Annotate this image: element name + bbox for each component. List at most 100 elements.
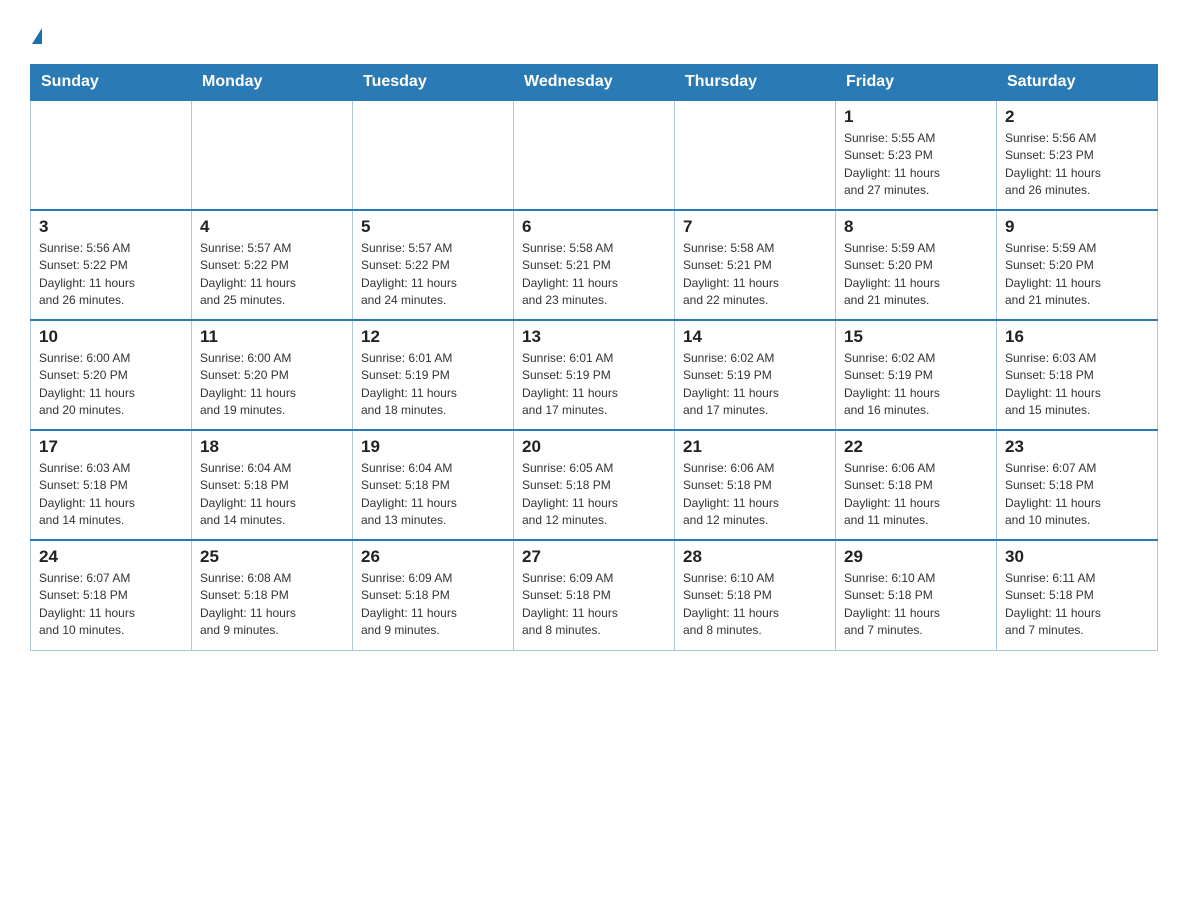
day-info: Sunrise: 6:02 AM Sunset: 5:19 PM Dayligh… (844, 350, 988, 420)
day-number: 23 (1005, 437, 1149, 457)
day-info: Sunrise: 6:03 AM Sunset: 5:18 PM Dayligh… (39, 460, 183, 530)
calendar-week-row: 24 Sunrise: 6:07 AM Sunset: 5:18 PM Dayli… (31, 540, 1158, 650)
calendar-cell: 19 Sunrise: 6:04 AM Sunset: 5:18 PM Dayli… (353, 430, 514, 540)
logo (30, 28, 42, 46)
day-info: Sunrise: 5:56 AM Sunset: 5:22 PM Dayligh… (39, 240, 183, 310)
day-number: 8 (844, 217, 988, 237)
day-number: 7 (683, 217, 827, 237)
day-info: Sunrise: 6:04 AM Sunset: 5:18 PM Dayligh… (361, 460, 505, 530)
calendar-cell: 26 Sunrise: 6:09 AM Sunset: 5:18 PM Dayli… (353, 540, 514, 650)
day-number: 16 (1005, 327, 1149, 347)
day-number: 18 (200, 437, 344, 457)
calendar-cell: 14 Sunrise: 6:02 AM Sunset: 5:19 PM Dayli… (675, 320, 836, 430)
calendar-cell: 22Sunrise: 6:06 AM Sunset: 5:18 PM Dayli… (836, 430, 997, 540)
calendar-cell: 8 Sunrise: 5:59 AM Sunset: 5:20 PM Daylig… (836, 210, 997, 320)
day-info: Sunrise: 5:55 AM Sunset: 5:23 PM Dayligh… (844, 130, 988, 200)
day-info: Sunrise: 6:07 AM Sunset: 5:18 PM Dayligh… (1005, 460, 1149, 530)
day-number: 3 (39, 217, 183, 237)
calendar-cell: 25 Sunrise: 6:08 AM Sunset: 5:18 PM Dayli… (192, 540, 353, 650)
calendar-header-row: SundayMondayTuesdayWednesdayThursdayFrid… (31, 65, 1158, 101)
calendar-cell: 12 Sunrise: 6:01 AM Sunset: 5:19 PM Dayli… (353, 320, 514, 430)
day-info: Sunrise: 6:10 AM Sunset: 5:18 PM Dayligh… (844, 570, 988, 640)
day-number: 24 (39, 547, 183, 567)
calendar-cell: 2 Sunrise: 5:56 AM Sunset: 5:23 PM Daylig… (997, 100, 1158, 210)
calendar-cell: 24 Sunrise: 6:07 AM Sunset: 5:18 PM Dayli… (31, 540, 192, 650)
day-number: 19 (361, 437, 505, 457)
day-number: 11 (200, 327, 344, 347)
calendar-cell: 16 Sunrise: 6:03 AM Sunset: 5:18 PM Dayli… (997, 320, 1158, 430)
calendar-cell: 5 Sunrise: 5:57 AM Sunset: 5:22 PM Daylig… (353, 210, 514, 320)
day-info: Sunrise: 5:58 AM Sunset: 5:21 PM Dayligh… (683, 240, 827, 310)
day-number: 27 (522, 547, 666, 567)
calendar-header-thursday: Thursday (675, 65, 836, 101)
calendar-table: SundayMondayTuesdayWednesdayThursdayFrid… (30, 64, 1158, 651)
calendar-cell (192, 100, 353, 210)
calendar-cell: 28 Sunrise: 6:10 AM Sunset: 5:18 PM Dayli… (675, 540, 836, 650)
calendar-cell: 13 Sunrise: 6:01 AM Sunset: 5:19 PM Dayli… (514, 320, 675, 430)
calendar-cell: 27 Sunrise: 6:09 AM Sunset: 5:18 PM Dayli… (514, 540, 675, 650)
day-info: Sunrise: 5:59 AM Sunset: 5:20 PM Dayligh… (1005, 240, 1149, 310)
day-info: Sunrise: 6:01 AM Sunset: 5:19 PM Dayligh… (522, 350, 666, 420)
calendar-cell: 3 Sunrise: 5:56 AM Sunset: 5:22 PM Daylig… (31, 210, 192, 320)
day-info: Sunrise: 6:07 AM Sunset: 5:18 PM Dayligh… (39, 570, 183, 640)
day-number: 1 (844, 107, 988, 127)
day-number: 17 (39, 437, 183, 457)
calendar-cell (675, 100, 836, 210)
day-info: Sunrise: 5:59 AM Sunset: 5:20 PM Dayligh… (844, 240, 988, 310)
day-number: 14 (683, 327, 827, 347)
day-info: Sunrise: 5:56 AM Sunset: 5:23 PM Dayligh… (1005, 130, 1149, 200)
calendar-cell: 23 Sunrise: 6:07 AM Sunset: 5:18 PM Dayli… (997, 430, 1158, 540)
day-info: Sunrise: 6:09 AM Sunset: 5:18 PM Dayligh… (522, 570, 666, 640)
day-info: Sunrise: 5:58 AM Sunset: 5:21 PM Dayligh… (522, 240, 666, 310)
day-info: Sunrise: 6:10 AM Sunset: 5:18 PM Dayligh… (683, 570, 827, 640)
day-number: 28 (683, 547, 827, 567)
logo-triangle-icon (32, 28, 42, 44)
day-info: Sunrise: 6:00 AM Sunset: 5:20 PM Dayligh… (39, 350, 183, 420)
day-info: Sunrise: 6:06 AM Sunset: 5:18 PM Dayligh… (683, 460, 827, 530)
calendar-header-tuesday: Tuesday (353, 65, 514, 101)
day-number: 13 (522, 327, 666, 347)
calendar-cell: 7 Sunrise: 5:58 AM Sunset: 5:21 PM Daylig… (675, 210, 836, 320)
day-number: 15 (844, 327, 988, 347)
calendar-week-row: 17 Sunrise: 6:03 AM Sunset: 5:18 PM Dayli… (31, 430, 1158, 540)
day-info: Sunrise: 6:06 AM Sunset: 5:18 PM Dayligh… (844, 460, 988, 530)
calendar-cell: 4 Sunrise: 5:57 AM Sunset: 5:22 PM Daylig… (192, 210, 353, 320)
day-info: Sunrise: 6:00 AM Sunset: 5:20 PM Dayligh… (200, 350, 344, 420)
day-info: Sunrise: 6:03 AM Sunset: 5:18 PM Dayligh… (1005, 350, 1149, 420)
calendar-cell (514, 100, 675, 210)
day-info: Sunrise: 5:57 AM Sunset: 5:22 PM Dayligh… (200, 240, 344, 310)
day-info: Sunrise: 6:04 AM Sunset: 5:18 PM Dayligh… (200, 460, 344, 530)
day-info: Sunrise: 6:11 AM Sunset: 5:18 PM Dayligh… (1005, 570, 1149, 640)
day-number: 25 (200, 547, 344, 567)
day-number: 2 (1005, 107, 1149, 127)
calendar-cell: 20Sunrise: 6:05 AM Sunset: 5:18 PM Dayli… (514, 430, 675, 540)
calendar-header-monday: Monday (192, 65, 353, 101)
calendar-cell: 29Sunrise: 6:10 AM Sunset: 5:18 PM Dayli… (836, 540, 997, 650)
calendar-week-row: 1 Sunrise: 5:55 AM Sunset: 5:23 PM Daylig… (31, 100, 1158, 210)
calendar-week-row: 10 Sunrise: 6:00 AM Sunset: 5:20 PM Dayli… (31, 320, 1158, 430)
calendar-cell: 17 Sunrise: 6:03 AM Sunset: 5:18 PM Dayli… (31, 430, 192, 540)
day-info: Sunrise: 6:01 AM Sunset: 5:19 PM Dayligh… (361, 350, 505, 420)
day-number: 5 (361, 217, 505, 237)
calendar-cell: 30 Sunrise: 6:11 AM Sunset: 5:18 PM Dayli… (997, 540, 1158, 650)
page-header (30, 20, 1158, 46)
day-number: 12 (361, 327, 505, 347)
day-info: Sunrise: 6:08 AM Sunset: 5:18 PM Dayligh… (200, 570, 344, 640)
day-info: Sunrise: 6:09 AM Sunset: 5:18 PM Dayligh… (361, 570, 505, 640)
calendar-cell: 21 Sunrise: 6:06 AM Sunset: 5:18 PM Dayli… (675, 430, 836, 540)
day-info: Sunrise: 6:02 AM Sunset: 5:19 PM Dayligh… (683, 350, 827, 420)
calendar-cell: 18 Sunrise: 6:04 AM Sunset: 5:18 PM Dayli… (192, 430, 353, 540)
day-info: Sunrise: 6:05 AM Sunset: 5:18 PM Dayligh… (522, 460, 666, 530)
day-number: 26 (361, 547, 505, 567)
calendar-header-saturday: Saturday (997, 65, 1158, 101)
day-number: 10 (39, 327, 183, 347)
calendar-cell: 10 Sunrise: 6:00 AM Sunset: 5:20 PM Dayli… (31, 320, 192, 430)
calendar-cell: 1 Sunrise: 5:55 AM Sunset: 5:23 PM Daylig… (836, 100, 997, 210)
day-info: Sunrise: 5:57 AM Sunset: 5:22 PM Dayligh… (361, 240, 505, 310)
day-number: 30 (1005, 547, 1149, 567)
calendar-cell: 15 Sunrise: 6:02 AM Sunset: 5:19 PM Dayli… (836, 320, 997, 430)
calendar-cell: 9Sunrise: 5:59 AM Sunset: 5:20 PM Daylig… (997, 210, 1158, 320)
day-number: 21 (683, 437, 827, 457)
calendar-header-sunday: Sunday (31, 65, 192, 101)
day-number: 4 (200, 217, 344, 237)
